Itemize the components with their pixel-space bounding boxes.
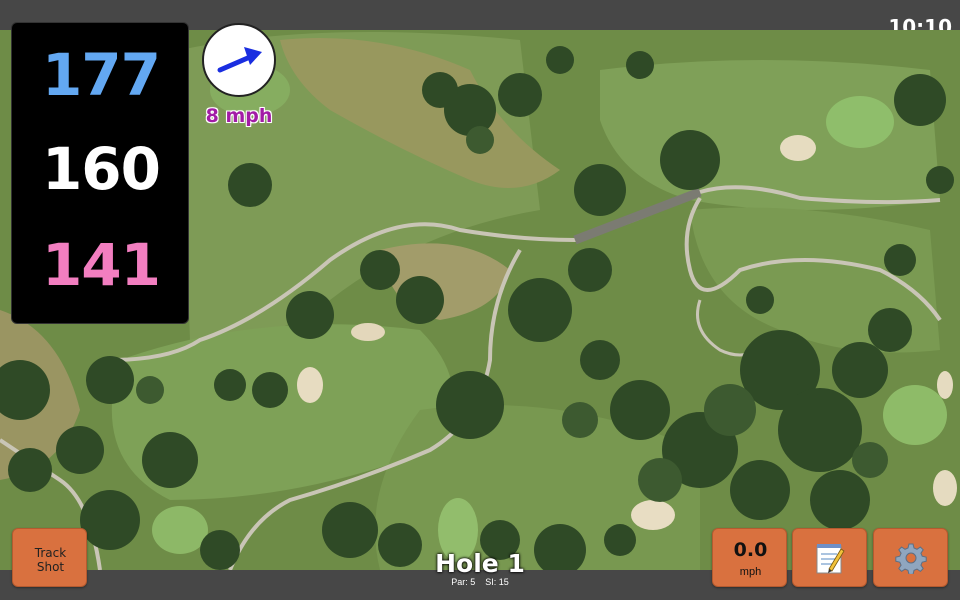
distance-panel: 177 160 141 [11,22,189,324]
wind-arrow-icon [217,47,262,73]
speed-value: 0.0 [733,539,768,561]
wind-speed: 8 mph [205,105,273,127]
gear-icon [895,543,927,574]
notepad-icon [816,544,845,574]
distance-center: 160 [41,135,161,203]
track-shot-label-line2: Shot [36,560,65,574]
track-shot-label-line1: Track [34,546,67,560]
hole-title[interactable]: Hole 1 [380,549,580,578]
track-shot-button[interactable]: Track Shot [12,528,87,587]
hole-info: Par: 5 SI: 15 [380,577,580,587]
speed-unit: mph [739,566,762,578]
settings-button[interactable] [873,528,948,587]
distance-back: 177 [41,41,161,109]
distance-front: 141 [41,231,161,299]
hole-par: Par: 5 [451,577,476,587]
speed-button[interactable]: 0.0 mph [712,528,787,587]
wind-indicator [202,23,276,97]
notes-button[interactable] [792,528,867,587]
hole-stroke-index: SI: 15 [485,577,509,587]
